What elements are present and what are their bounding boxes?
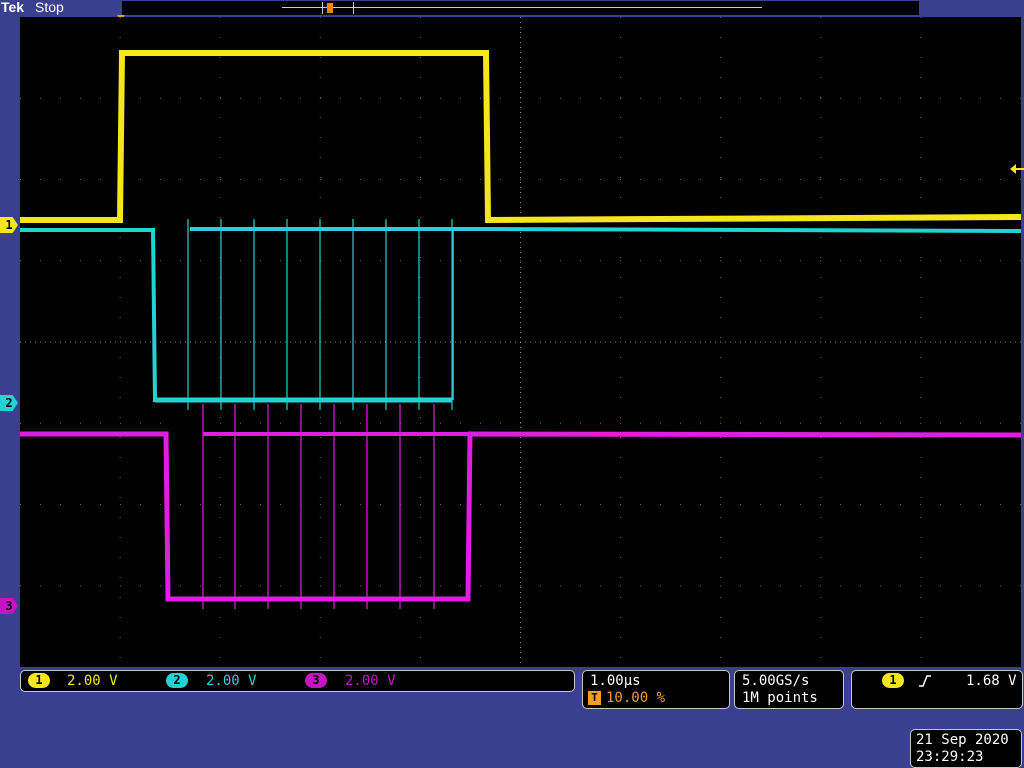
ch1-badge[interactable]: 1 xyxy=(28,673,50,688)
trigger-source-badge: 1 xyxy=(882,673,904,688)
rising-edge-icon xyxy=(919,675,931,687)
horizontal-settings-panel[interactable]: 1.00µs T 10.00 % xyxy=(582,670,730,709)
record-view-bar[interactable] xyxy=(122,1,919,15)
ch2-trace-high xyxy=(190,227,1021,233)
datetime-panel: 21 Sep 2020 23:29:23 xyxy=(910,729,1022,768)
time-per-division: 1.00µs xyxy=(590,673,641,689)
ch1-level-marker[interactable]: 1 xyxy=(0,217,18,233)
ch3-gap xyxy=(169,422,202,444)
sample-rate: 5.00GS/s xyxy=(742,673,810,689)
trigger-position-mark xyxy=(327,3,333,13)
ch3-scale[interactable]: 2.00 V xyxy=(345,673,396,689)
trigger-level-arrow-icon[interactable] xyxy=(1010,163,1024,175)
ch3-badge[interactable]: 3 xyxy=(305,673,327,688)
acquisition-status: Stop xyxy=(35,0,64,15)
trigger-position-value: 10.00 % xyxy=(606,690,666,706)
ch2-scale[interactable]: 2.00 V xyxy=(206,673,257,689)
waveform-graticule[interactable] xyxy=(20,17,1021,667)
record-length: 1M points xyxy=(742,690,818,706)
ch3-level-marker[interactable]: 3 xyxy=(0,598,18,614)
trigger-panel[interactable]: 1 1.68 V xyxy=(851,670,1023,709)
ch2-gap xyxy=(156,217,187,237)
acquisition-panel[interactable]: 5.00GS/s 1M points xyxy=(734,670,844,709)
ch1-scale[interactable]: 2.00 V xyxy=(67,673,118,689)
trigger-level: 1.68 V xyxy=(966,673,1017,689)
vertical-settings-panel: 1 2.00 V 2 2.00 V 3 2.00 V xyxy=(20,670,575,692)
ch2-badge[interactable]: 2 xyxy=(166,673,188,688)
top-status-bar: Tek Stop xyxy=(0,0,1024,17)
record-line xyxy=(282,7,762,8)
ch2-level-marker[interactable]: 2 xyxy=(0,395,18,411)
brand-label: Tek xyxy=(1,0,25,15)
time-display: 23:29:23 xyxy=(916,749,984,765)
date-display: 21 Sep 2020 xyxy=(916,732,1009,748)
trigger-position-icon: T xyxy=(588,691,601,705)
